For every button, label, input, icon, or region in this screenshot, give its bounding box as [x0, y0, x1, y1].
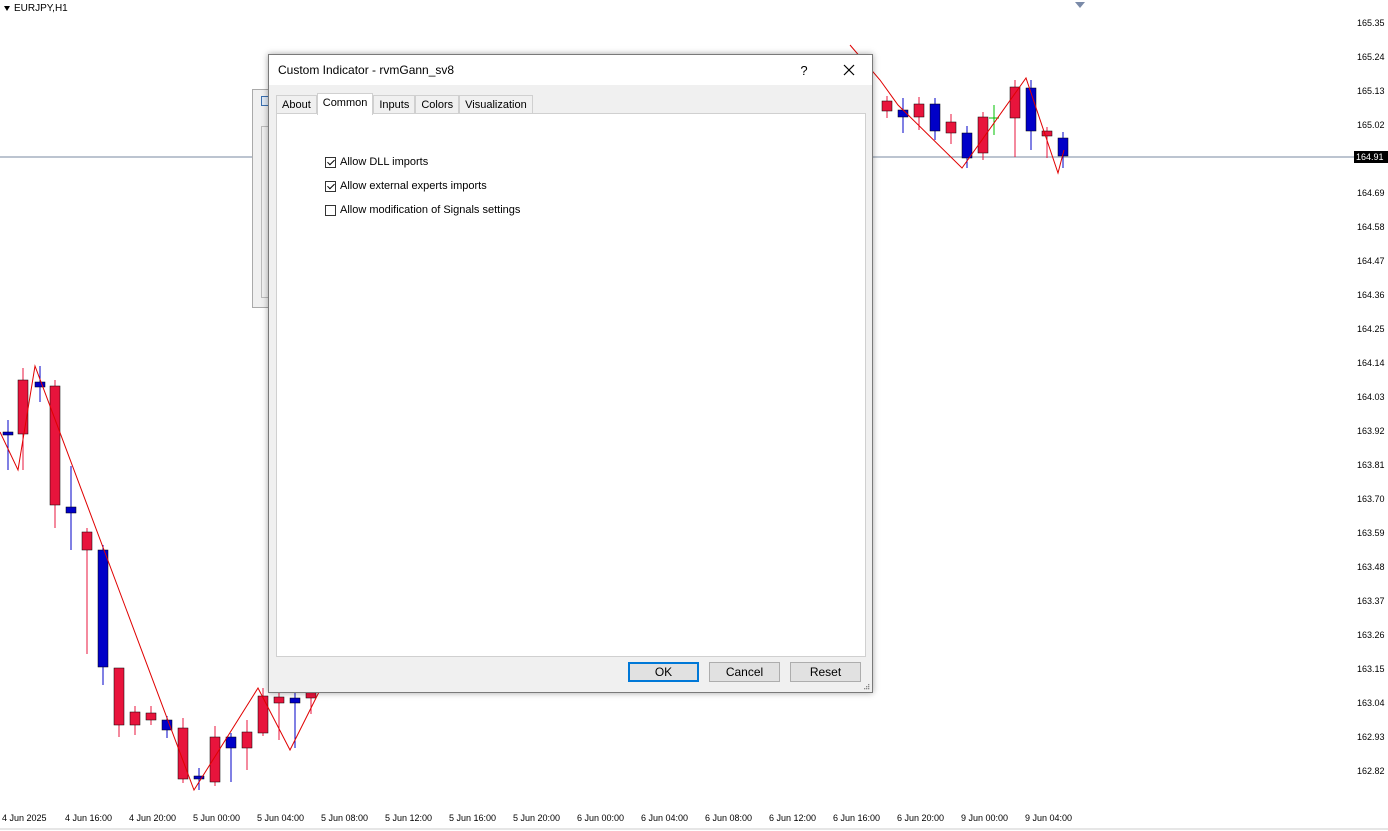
candle-body — [241, 731, 253, 749]
candle-body — [225, 736, 237, 749]
candle-body — [273, 696, 285, 704]
time-tick-label: 5 Jun 16:00 — [449, 813, 496, 823]
candle-body — [65, 506, 77, 514]
chart-shift-arrow-icon[interactable] — [1075, 2, 1085, 8]
allow-dll-imports-option[interactable]: Allow DLL imports — [325, 156, 428, 168]
allow-signals-modification-label: Allow modification of Signals settings — [340, 204, 521, 216]
allow-signals-modification-checkbox[interactable] — [325, 204, 336, 216]
tab-colors[interactable]: Colors — [415, 95, 460, 115]
time-tick-label: 6 Jun 04:00 — [641, 813, 688, 823]
dialog-titlebar[interactable]: Custom Indicator - rvmGann_sv8 ? — [269, 55, 872, 85]
chart-symbol-label: EURJPY,H1 — [4, 3, 68, 14]
candle-body — [1041, 130, 1053, 137]
time-tick-label: 9 Jun 00:00 — [961, 813, 1008, 823]
price-tick-label: 162.93 — [1357, 732, 1385, 742]
time-tick-label: 5 Jun 12:00 — [385, 813, 432, 823]
price-tick-label: 162.82 — [1357, 766, 1385, 776]
current-price-label: 164.91 — [1356, 152, 1384, 162]
candle-body — [145, 712, 157, 721]
price-tick-label: 164.36 — [1357, 290, 1385, 300]
price-tick-label: 163.59 — [1357, 528, 1385, 538]
candle-body — [17, 379, 29, 435]
price-tick-label: 163.04 — [1357, 698, 1385, 708]
price-tick-label: 163.92 — [1357, 426, 1385, 436]
candle-body — [289, 697, 301, 704]
candle-body — [1009, 86, 1021, 119]
time-tick-label: 4 Jun 2025 — [2, 813, 47, 823]
time-tick-label: 4 Jun 16:00 — [65, 813, 112, 823]
price-tick-label: 165.24 — [1357, 52, 1385, 62]
reset-button[interactable]: Reset — [790, 662, 861, 682]
candle-body — [129, 711, 141, 726]
candle-body — [1025, 87, 1037, 132]
time-tick-label: 5 Jun 04:00 — [257, 813, 304, 823]
resize-grip-icon[interactable] — [862, 682, 870, 690]
price-tick-label: 164.14 — [1357, 358, 1385, 368]
candle-body — [113, 667, 125, 726]
time-tick-label: 6 Jun 12:00 — [769, 813, 816, 823]
tab-common[interactable]: Common — [316, 93, 374, 115]
dropdown-arrow-icon[interactable] — [4, 6, 10, 11]
candle-body — [881, 100, 893, 112]
tab-bar: About Common Inputs Colors Visualization — [276, 93, 533, 115]
allow-dll-imports-label: Allow DLL imports — [340, 156, 429, 168]
time-tick-label: 6 Jun 20:00 — [897, 813, 944, 823]
allow-external-experts-checkbox[interactable] — [325, 180, 336, 192]
cancel-button[interactable]: Cancel — [709, 662, 780, 682]
custom-indicator-dialog: Custom Indicator - rvmGann_sv8 ? About C… — [268, 54, 873, 693]
close-button[interactable] — [834, 55, 864, 85]
candle-body — [49, 385, 61, 506]
dialog-title: Custom Indicator - rvmGann_sv8 — [278, 63, 455, 77]
common-tab-panel: Allow DLL imports Allow external experts… — [276, 113, 866, 657]
price-tick-label: 165.02 — [1357, 120, 1385, 130]
candle-body — [81, 531, 93, 551]
time-tick-label: 5 Jun 20:00 — [513, 813, 560, 823]
price-tick-label: 164.03 — [1357, 392, 1385, 402]
tab-inputs[interactable]: Inputs — [373, 95, 416, 115]
time-tick-label: 5 Jun 00:00 — [193, 813, 240, 823]
candle-body — [929, 103, 941, 132]
price-tick-label: 164.25 — [1357, 324, 1385, 334]
price-tick-label: 163.15 — [1357, 664, 1385, 674]
time-tick-label: 9 Jun 04:00 — [1025, 813, 1072, 823]
price-tick-label: 163.26 — [1357, 630, 1385, 640]
candle-body — [913, 103, 925, 118]
allow-dll-imports-checkbox[interactable] — [325, 156, 336, 168]
price-tick-label: 164.69 — [1357, 188, 1385, 198]
allow-external-experts-label: Allow external experts imports — [340, 180, 487, 192]
candle-body — [34, 381, 46, 388]
allow-signals-modification-option[interactable]: Allow modification of Signals settings — [325, 204, 520, 216]
candle-body — [257, 695, 269, 734]
price-tick-label: 163.81 — [1357, 460, 1385, 470]
chart-symbol-text: EURJPY,H1 — [14, 3, 68, 14]
price-tick-label: 163.70 — [1357, 494, 1385, 504]
price-tick-label: 165.35 — [1357, 18, 1385, 28]
close-icon — [843, 64, 855, 76]
allow-external-experts-option[interactable]: Allow external experts imports — [325, 180, 487, 192]
help-button[interactable]: ? — [789, 55, 819, 85]
candle-body — [977, 116, 989, 154]
time-tick-label: 6 Jun 08:00 — [705, 813, 752, 823]
price-tick-label: 164.58 — [1357, 222, 1385, 232]
time-tick-label: 5 Jun 08:00 — [321, 813, 368, 823]
price-tick-label: 163.48 — [1357, 562, 1385, 572]
tab-visualization[interactable]: Visualization — [459, 95, 533, 115]
price-tick-label: 165.13 — [1357, 86, 1385, 96]
tab-about[interactable]: About — [276, 95, 317, 115]
candle-body — [945, 121, 957, 134]
ok-button[interactable]: OK — [628, 662, 699, 682]
price-tick-label: 164.47 — [1357, 256, 1385, 266]
candle-body — [2, 431, 14, 436]
candle-body — [961, 132, 973, 159]
candle-body — [97, 549, 109, 668]
price-tick-label: 163.37 — [1357, 596, 1385, 606]
time-tick-label: 6 Jun 00:00 — [577, 813, 624, 823]
candle-body — [209, 736, 221, 783]
time-tick-label: 4 Jun 20:00 — [129, 813, 176, 823]
time-tick-label: 6 Jun 16:00 — [833, 813, 880, 823]
